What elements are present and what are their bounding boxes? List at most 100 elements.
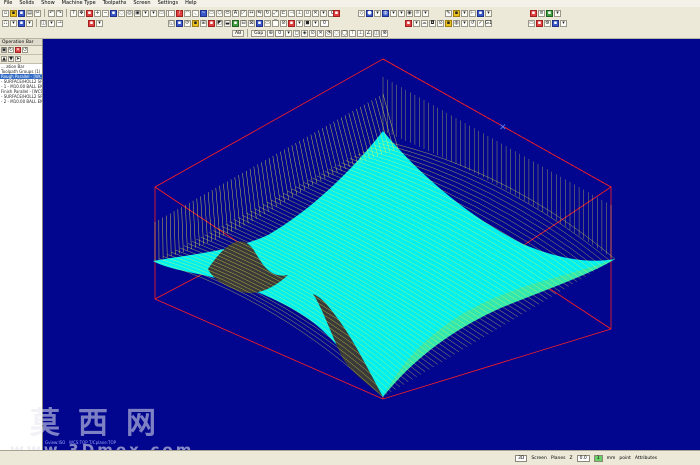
join-icon[interactable]: ∪ — [304, 9, 311, 17]
pan-icon[interactable]: ✥ — [78, 9, 85, 17]
center-icon[interactable]: ⊙ — [309, 29, 317, 37]
undo-icon[interactable]: ↶ — [48, 9, 55, 17]
menu-toolpaths[interactable]: Toolpaths — [103, 0, 127, 7]
dropdown-icon[interactable]: ▾ — [560, 19, 567, 27]
line-icon[interactable]: / — [176, 9, 183, 17]
angle-icon[interactable]: ∠ — [365, 29, 373, 37]
toolpath-icon[interactable]: ▪ — [405, 19, 412, 27]
break-icon[interactable]: ⊥ — [296, 9, 303, 17]
nearest-icon[interactable]: ◌ — [333, 29, 341, 37]
menu-machine-type[interactable]: Machine Type — [62, 0, 96, 7]
xform-icon[interactable]: ↔ — [248, 9, 255, 17]
open-file-icon[interactable]: ▪ — [10, 9, 17, 17]
repaint-icon[interactable]: ▣ — [134, 9, 141, 17]
menu-help[interactable]: Help — [185, 0, 196, 7]
help-icon[interactable]: ? — [70, 9, 77, 17]
surface-extrude-icon[interactable]: ⬓ — [224, 19, 231, 27]
verify-icon[interactable]: ✓ — [477, 19, 484, 27]
dirty-icon[interactable]: ✕ — [15, 47, 21, 53]
delete-icon[interactable]: ✕ — [312, 9, 319, 17]
menu-settings[interactable]: Settings — [158, 0, 179, 7]
surface-fence-icon[interactable]: ▪ — [208, 19, 215, 27]
spline-icon[interactable]: ~ — [200, 9, 207, 17]
dropdown-icon[interactable]: ▾ — [374, 9, 381, 17]
graphics-viewport[interactable]: ✕ Gview:ISO WCS:TOP T/Cplane:TOP — [43, 39, 700, 450]
surface-offset-icon[interactable]: ⊟ — [240, 19, 247, 27]
midpoint-icon[interactable]: ◈ — [301, 29, 309, 37]
solid-icon[interactable]: ◼ — [304, 19, 311, 27]
dropdown-icon[interactable]: ▾ — [10, 19, 17, 27]
rectangle-icon[interactable]: ▭ — [208, 9, 215, 17]
select-all-icon[interactable]: ▣ — [1, 47, 7, 53]
config-icon[interactable]: ⚙ — [544, 19, 551, 27]
surface-finish-icon[interactable]: ◍ — [453, 19, 460, 27]
unzoom-icon[interactable]: ◎ — [126, 9, 133, 17]
level-field[interactable]: 1 — [593, 454, 603, 462]
wireframe-icon[interactable]: ◇ — [358, 9, 365, 17]
surface-flat-icon[interactable]: ▭ — [264, 19, 271, 27]
dropdown-icon[interactable]: ▾ — [26, 19, 33, 27]
zoom-in-icon[interactable]: + — [94, 9, 101, 17]
drill-icon[interactable]: ⊙ — [437, 19, 444, 27]
menu-solids[interactable]: Solids — [19, 0, 34, 7]
dropdown-icon[interactable]: ▾ — [554, 9, 561, 17]
dropdown-icon[interactable]: ▾ — [413, 19, 420, 27]
surface-fillet-icon[interactable]: ▪ — [232, 19, 239, 27]
post-icon[interactable]: G1 — [485, 19, 492, 27]
level-icon[interactable]: ⎍ — [2, 19, 9, 27]
dropdown-icon[interactable]: ▾ — [96, 19, 103, 27]
surface-curve-icon[interactable]: ⌒ — [272, 19, 279, 27]
backplot-icon[interactable]: ↺ — [22, 47, 28, 53]
zoom-out-icon[interactable]: − — [102, 9, 109, 17]
stop-icon[interactable]: ▪ — [88, 19, 95, 27]
surface-delete-icon[interactable]: ▪ — [288, 19, 295, 27]
dropdown-icon[interactable]: ▾ — [142, 9, 149, 17]
surface-loft-icon[interactable]: ▪ — [176, 19, 183, 27]
rotate-icon[interactable]: ↻ — [264, 9, 271, 17]
autocursor-select[interactable]: 0 — [275, 29, 285, 37]
selection-icon[interactable]: ▪ — [18, 19, 25, 27]
attributes-label[interactable]: Attributes — [635, 456, 657, 461]
layers-icon[interactable]: ≡ — [538, 9, 545, 17]
insert-arrow-icon[interactable]: ➤ — [15, 56, 21, 62]
top-view-icon[interactable]: ▭ — [158, 9, 165, 17]
relative-icon[interactable]: ◫ — [373, 29, 381, 37]
chamfer-icon[interactable]: ◸ — [240, 9, 247, 17]
globe-icon[interactable]: ◍ — [382, 9, 389, 17]
red-icon[interactable]: ▪ — [530, 9, 537, 17]
dropdown-icon[interactable]: ▾ — [390, 9, 397, 17]
stop-red-icon[interactable]: ▪ — [536, 19, 543, 27]
letters-icon[interactable]: A — [232, 9, 239, 17]
menu-screen[interactable]: Screen — [133, 0, 150, 7]
trim-icon[interactable]: ⊣ — [288, 9, 295, 17]
red-flag-icon[interactable]: ▪ — [333, 9, 340, 17]
origin-icon[interactable]: ⊗ — [381, 29, 389, 37]
surface-ruled-icon[interactable]: ◱ — [168, 19, 175, 27]
surface-draft-icon[interactable]: ◩ — [216, 19, 223, 27]
surface-select[interactable]: 0 — [320, 19, 329, 27]
screen-label[interactable]: Screen — [531, 456, 546, 461]
blue-icon[interactable]: ▪ — [552, 19, 559, 27]
arc-icon[interactable]: ◠ — [184, 9, 191, 17]
toolpath-view[interactable]: ✕ Gview:ISO WCS:TOP T/Cplane:TOP — [43, 39, 700, 450]
dropdown-icon[interactable]: ▾ — [461, 19, 468, 27]
surface-sweep-icon[interactable]: ▪ — [192, 19, 199, 27]
print-icon[interactable]: ▤ — [26, 9, 33, 17]
snap-point-icon[interactable]: ⊕ — [267, 29, 275, 37]
endpoint-icon[interactable]: ◻ — [293, 29, 301, 37]
polygon-icon[interactable]: ⬡ — [216, 9, 223, 17]
ellipse-icon[interactable]: ⬭ — [224, 9, 231, 17]
chevron-down-icon[interactable]: ▾ — [150, 9, 157, 17]
tangent-icon[interactable]: ◯ — [341, 29, 349, 37]
snap-icon[interactable]: ▪ — [453, 9, 460, 17]
contour-icon[interactable]: ⌓ — [421, 19, 428, 27]
z-depth-field[interactable]: 0.0 — [576, 454, 590, 462]
chevron-down-icon[interactable]: ▾ — [398, 9, 405, 17]
pocket-icon[interactable]: ◘ — [429, 19, 436, 27]
quadrant-icon[interactable]: ◔ — [325, 29, 333, 37]
nc-icon[interactable]: ▭ — [528, 19, 535, 27]
fillet-icon[interactable]: ◟ — [192, 9, 199, 17]
surface-blend-icon[interactable]: ▪ — [256, 19, 263, 27]
surface-revolve-icon[interactable]: ⟳ — [184, 19, 191, 27]
analyze-icon[interactable]: ▪ — [477, 9, 484, 17]
